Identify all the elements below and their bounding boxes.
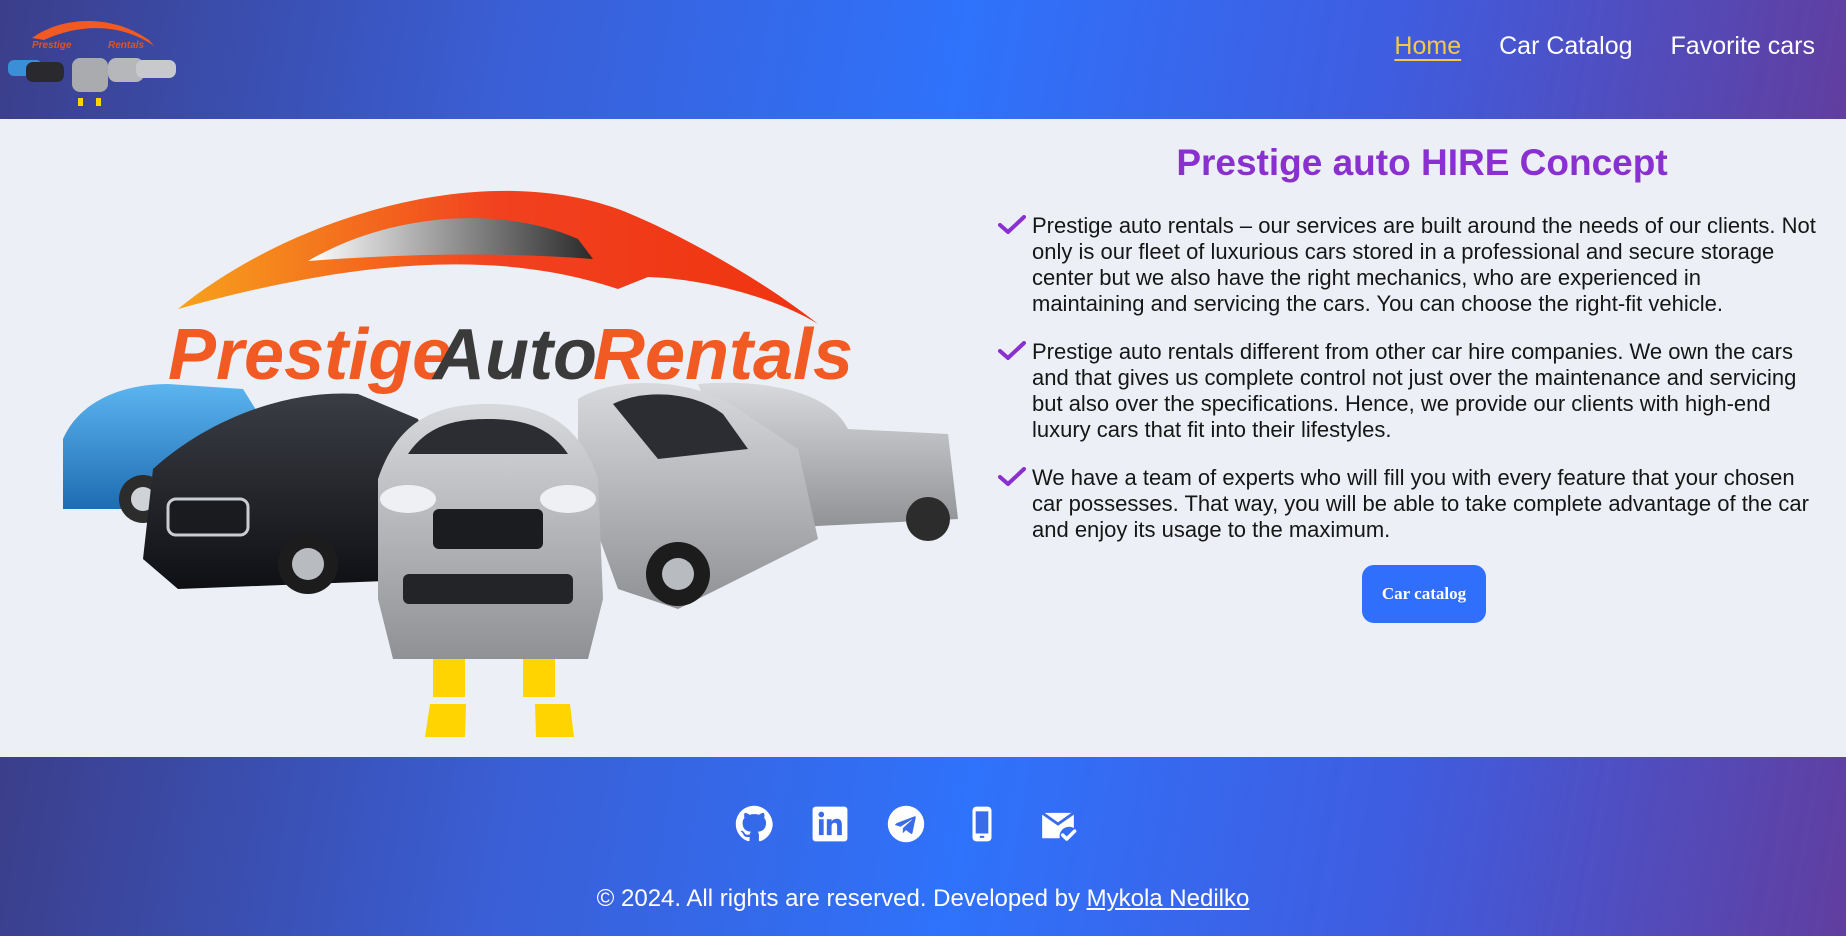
hero-image: Prestige Auto Rentals bbox=[63, 190, 958, 737]
feature-item: Prestige auto rentals – our services are… bbox=[998, 213, 1818, 317]
mail-icon[interactable] bbox=[1039, 805, 1077, 843]
logo-large-word-prestige: Prestige bbox=[168, 315, 452, 395]
checkmark-icon bbox=[998, 215, 1026, 234]
feature-text: Prestige auto rentals – our services are… bbox=[1032, 213, 1816, 316]
linkedin-icon[interactable] bbox=[811, 805, 849, 843]
button-wrapper: Car catalog bbox=[998, 565, 1846, 623]
logo-small-word-1: Prestige bbox=[32, 40, 72, 51]
concept-section: Prestige auto HIRE Concept Prestige auto… bbox=[998, 141, 1818, 623]
feature-item: We have a team of experts who will fill … bbox=[998, 465, 1818, 543]
feature-text: Prestige auto rentals different from oth… bbox=[1032, 339, 1797, 442]
car-catalog-button[interactable]: Car catalog bbox=[1362, 565, 1486, 623]
main-nav: Home Car Catalog Favorite cars bbox=[1394, 30, 1815, 62]
main-section: Prestige Auto Rentals Prestige auto HIRE… bbox=[0, 119, 1846, 757]
telegram-icon[interactable] bbox=[887, 805, 925, 843]
copyright-text: © 2024. All rights are reserved. Develop… bbox=[596, 885, 1087, 912]
feature-text: We have a team of experts who will fill … bbox=[1032, 465, 1809, 542]
checkmark-icon bbox=[998, 341, 1026, 360]
copyright: © 2024. All rights are reserved. Develop… bbox=[0, 884, 1846, 914]
site-footer: © 2024. All rights are reserved. Develop… bbox=[0, 757, 1846, 936]
social-links bbox=[735, 805, 1077, 843]
nav-car-catalog-link[interactable]: Car Catalog bbox=[1499, 30, 1632, 62]
developer-link[interactable]: Mykola Nedilko bbox=[1087, 885, 1250, 912]
feature-item: Prestige auto rentals different from oth… bbox=[998, 339, 1818, 443]
nav-home-link[interactable]: Home bbox=[1394, 30, 1461, 62]
checkmark-icon bbox=[998, 467, 1026, 486]
page-title: Prestige auto HIRE Concept bbox=[1176, 142, 1668, 183]
brand-logo[interactable]: Prestige Rentals bbox=[4, 10, 182, 110]
logo-large-word-auto: Auto bbox=[431, 315, 597, 395]
phone-icon[interactable] bbox=[963, 805, 1001, 843]
logo-small-word-2: Rentals bbox=[108, 40, 145, 51]
nav-favorite-cars-link[interactable]: Favorite cars bbox=[1671, 30, 1815, 62]
github-icon[interactable] bbox=[735, 805, 773, 843]
site-header: Prestige Rentals Home Car Catalog Favori… bbox=[0, 0, 1846, 119]
